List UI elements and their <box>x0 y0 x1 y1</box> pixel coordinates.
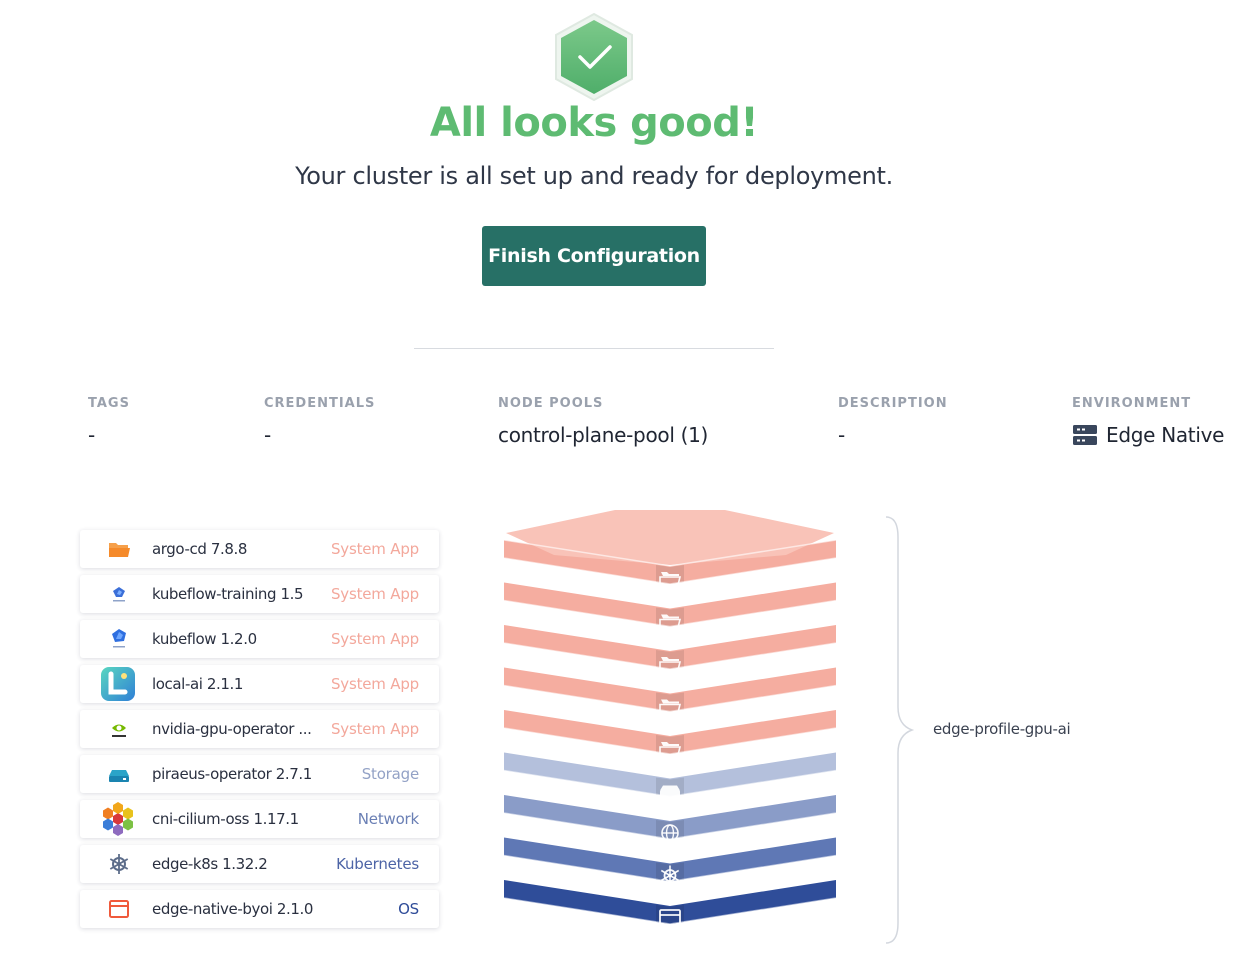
layer-name: argo-cd 7.8.8 <box>152 540 247 558</box>
layer-name: kubeflow 1.2.0 <box>152 630 257 648</box>
profile-brace <box>885 516 915 944</box>
local-ai-icon <box>100 666 136 702</box>
layer-name: edge-k8s 1.32.2 <box>152 855 268 873</box>
layer-card-kubeflow-training[interactable]: kubeflow-training 1.5 System App <box>80 575 439 613</box>
layer-type: System App <box>330 630 419 648</box>
meta-environment: ENVIRONMENT Edge Native <box>1072 396 1224 447</box>
stack-layer-4 <box>503 667 837 714</box>
folder-icon <box>106 537 132 561</box>
meta-node-pools: NODE POOLS control-plane-pool (1) <box>498 396 708 447</box>
meta-credentials: CREDENTIALS - <box>264 396 375 447</box>
stack-layer-3 <box>503 625 837 671</box>
layer-card-kubeflow[interactable]: kubeflow 1.2.0 System App <box>80 620 439 658</box>
nvidia-icon <box>106 717 132 741</box>
meta-label: CREDENTIALS <box>264 396 376 411</box>
check-hexagon-icon <box>555 12 633 102</box>
finish-configuration-button[interactable]: Finish Configuration <box>482 226 706 286</box>
cilium-icon <box>100 801 136 837</box>
layer-type: System App <box>330 585 419 603</box>
layer-type: Storage <box>361 765 419 783</box>
layer-card-nvidia-gpu-operator[interactable]: nvidia-gpu-operator ... System App <box>80 710 439 748</box>
meta-value: control-plane-pool (1) <box>498 423 709 447</box>
layer-type: System App <box>330 675 419 693</box>
meta-value: - <box>264 423 271 447</box>
meta-description: DESCRIPTION - <box>838 396 948 447</box>
meta-label: TAGS <box>88 396 130 411</box>
stack-layer-2 <box>503 582 837 629</box>
layer-type: System App <box>330 540 419 558</box>
layer-card-edge-native-byoi[interactable]: edge-native-byoi 2.1.0 OS <box>80 890 439 928</box>
stack-layer-6 <box>503 752 837 798</box>
layer-type: Network <box>357 810 419 828</box>
page-title: All looks good! <box>429 100 759 146</box>
layer-type: OS <box>398 900 419 918</box>
storage-icon <box>106 762 132 786</box>
meta-value: - <box>88 423 95 447</box>
stack-layer-9 <box>503 880 837 927</box>
layer-name: piraeus-operator 2.7.1 <box>152 765 312 783</box>
profile-name: edge-profile-gpu-ai <box>933 720 1071 738</box>
meta-label: DESCRIPTION <box>838 396 948 411</box>
layer-name: cni-cilium-oss 1.17.1 <box>152 810 299 828</box>
meta-label: NODE POOLS <box>498 396 604 411</box>
kubeflow-training-icon <box>106 582 132 606</box>
meta-tags: TAGS - <box>88 396 130 447</box>
layer-card-cni-cilium-oss[interactable]: cni-cilium-oss 1.17.1 Network <box>80 800 439 838</box>
stack-layer-5 <box>503 710 837 756</box>
profile-stack-illustration <box>503 510 837 927</box>
layer-card-local-ai[interactable]: local-ai 2.1.1 System App <box>80 665 439 703</box>
layer-type: Kubernetes <box>336 855 419 873</box>
layer-name: kubeflow-training 1.5 <box>152 585 304 603</box>
stack-layer-8 <box>503 837 837 886</box>
layer-card-edge-k8s[interactable]: edge-k8s 1.32.2 Kubernetes <box>80 845 439 883</box>
stack-layer-7 <box>503 795 837 842</box>
divider <box>414 348 774 349</box>
edge-server-icon <box>1073 425 1097 445</box>
layer-name: local-ai 2.1.1 <box>152 675 244 693</box>
layer-type: System App <box>330 720 419 738</box>
meta-value: - <box>838 423 845 447</box>
layer-name: edge-native-byoi 2.1.0 <box>152 900 314 918</box>
layer-card-argo-cd[interactable]: argo-cd 7.8.8 System App <box>80 530 439 568</box>
meta-value: Edge Native <box>1106 423 1225 447</box>
meta-label: ENVIRONMENT <box>1072 396 1192 411</box>
page-subtitle: Your cluster is all set up and ready for… <box>295 162 893 190</box>
os-window-icon <box>106 897 132 921</box>
layer-card-piraeus-operator[interactable]: piraeus-operator 2.7.1 Storage <box>80 755 439 793</box>
layer-name: nvidia-gpu-operator ... <box>152 720 312 738</box>
helm-wheel-icon <box>106 852 132 876</box>
kubeflow-icon <box>106 627 132 651</box>
